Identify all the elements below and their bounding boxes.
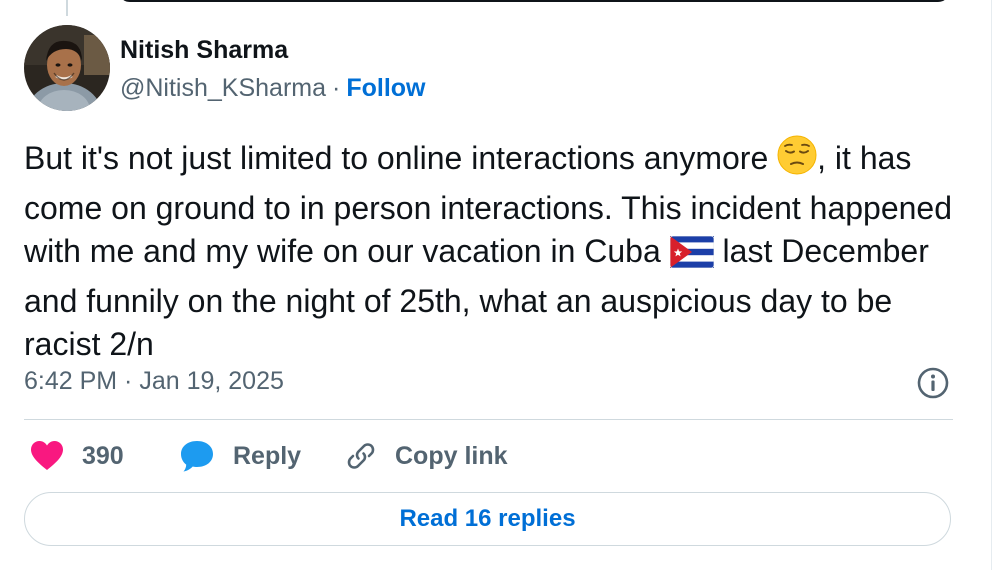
pensive-face-emoji bbox=[777, 135, 817, 187]
tweet-timestamp[interactable]: 6:42 PM · Jan 19, 2025 bbox=[24, 367, 284, 396]
info-icon[interactable] bbox=[917, 367, 949, 399]
separator-dot: · bbox=[332, 74, 341, 102]
thread-line bbox=[66, 0, 68, 16]
speech-bubble-icon bbox=[181, 441, 213, 472]
divider bbox=[24, 419, 953, 420]
avatar[interactable] bbox=[24, 25, 110, 111]
cuba-flag-emoji bbox=[669, 235, 715, 280]
author-display-name[interactable]: Nitish Sharma bbox=[120, 36, 288, 65]
tweet-text-part-1: But it's not just limited to online inte… bbox=[24, 140, 778, 176]
heart-icon bbox=[31, 441, 63, 470]
copy-link-label: Copy link bbox=[395, 441, 508, 470]
read-replies-button[interactable]: Read 16 replies bbox=[24, 492, 951, 546]
tweet-text: But it's not just limited to online inte… bbox=[24, 135, 959, 367]
reply-button[interactable]: Reply bbox=[179, 438, 301, 474]
like-count: 390 bbox=[82, 441, 124, 470]
avatar-photo bbox=[24, 25, 110, 111]
previous-media-edge bbox=[118, 0, 950, 2]
author-handle[interactable]: @Nitish_KSharma bbox=[120, 74, 326, 102]
author-handle-row: @Nitish_KSharma · Follow bbox=[120, 74, 426, 103]
copy-link-button[interactable]: Copy link bbox=[343, 438, 508, 474]
follow-button[interactable]: Follow bbox=[346, 74, 425, 102]
like-button[interactable]: 390 bbox=[30, 438, 124, 474]
reply-label: Reply bbox=[233, 441, 302, 470]
link-icon bbox=[347, 443, 375, 469]
